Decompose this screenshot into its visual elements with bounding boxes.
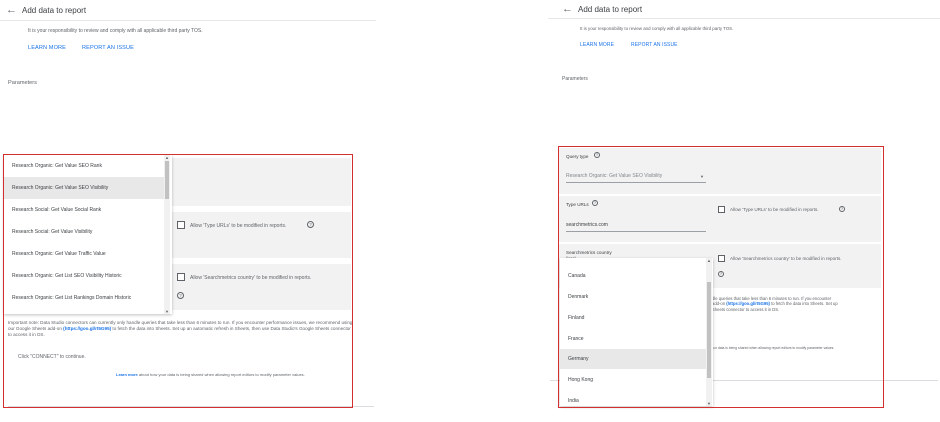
dropdown-scrollbar[interactable]: ▲ ▼	[164, 155, 170, 314]
dropdown-option[interactable]: Denmark	[560, 287, 706, 307]
dropdown-option[interactable]: Research Social: Get Value Visibility	[4, 221, 164, 243]
dropdown-option[interactable]: Research Organic: Get Value SEO Rank	[4, 155, 164, 177]
input-underline	[566, 231, 706, 232]
page-title: Add data to report	[578, 4, 643, 14]
left-screenshot-panel: ← Add data to report It is your responsi…	[0, 0, 376, 422]
sharing-note: our data is being shared when allowing r…	[712, 346, 835, 350]
allow-type-urls-label: Allow 'Type URLs' to be modified in repo…	[190, 223, 287, 229]
sheets-addon-link[interactable]: (https://goo.gl/rt5G95)	[726, 301, 770, 306]
query-type-label: Query type	[566, 154, 589, 159]
performance-note: Important note: Data Studio connectors c…	[8, 320, 353, 337]
learn-more-link[interactable]: Learn more	[116, 372, 138, 377]
back-arrow-icon[interactable]: ←	[6, 4, 17, 16]
dropdown-option[interactable]: France	[560, 329, 706, 349]
back-arrow-icon[interactable]: ←	[562, 3, 573, 15]
allow-type-urls-checkbox[interactable]	[718, 206, 725, 213]
allow-type-urls-checkbox[interactable]	[177, 221, 185, 229]
sheets-addon-link[interactable]: (https://goo.gl/rt5G95)	[63, 326, 111, 331]
learn-more-button[interactable]: LEARN MORE	[28, 45, 66, 51]
dropdown-option-selected[interactable]: Germany	[560, 349, 706, 369]
page-title: Add data to report	[22, 5, 87, 15]
divider	[8, 406, 374, 407]
dropdown-option-selected[interactable]: Research Organic: Get Value SEO Visibili…	[4, 177, 164, 199]
scroll-up-icon[interactable]: ▲	[706, 258, 712, 263]
performance-note: dle queries that take less than 6 minute…	[712, 296, 838, 312]
dropdown-option[interactable]: India	[560, 391, 706, 406]
type-urls-label: Type URLs	[566, 202, 589, 207]
header-bar: ← Add data to report	[548, 0, 940, 19]
query-type-select[interactable]: Research Organic: Get Value SEO Visibili…	[566, 173, 662, 179]
learn-more-button[interactable]: LEARN MORE	[580, 42, 614, 48]
help-icon[interactable]: ?	[594, 152, 600, 158]
allow-country-label: Allow 'Searchmetrics country' to be modi…	[190, 275, 312, 281]
query-type-row	[559, 148, 881, 194]
type-urls-input[interactable]: searchmetrics.com	[566, 222, 608, 228]
scroll-down-icon[interactable]: ▼	[164, 309, 170, 314]
dropdown-scrollbar[interactable]: ▲ ▼	[706, 258, 712, 406]
report-issue-button[interactable]: REPORT AN ISSUE	[631, 42, 678, 48]
dropdown-option[interactable]: Research Organic: Get List SEO Visibilit…	[4, 265, 164, 287]
tos-notice: It is your responsibility to review and …	[580, 26, 734, 31]
parameters-heading: Parameters	[8, 80, 37, 86]
allow-country-checkbox[interactable]	[718, 255, 725, 262]
dropdown-option[interactable]: Hong Kong	[560, 370, 706, 390]
sharing-note: Learn more about how your data is being …	[116, 372, 305, 377]
parameters-heading: Parameters	[562, 76, 588, 82]
help-icon[interactable]: ?	[839, 206, 845, 212]
scrollbar-thumb[interactable]	[165, 161, 169, 199]
query-type-row	[168, 158, 351, 206]
allow-type-urls-label: Allow 'Type URLs' to be modified in repo…	[730, 207, 819, 212]
scroll-down-icon[interactable]: ▼	[706, 401, 712, 406]
type-urls-row	[559, 196, 881, 242]
dropdown-option[interactable]: Research Organic: Get Value Traffic Valu…	[4, 243, 164, 265]
type-urls-row	[168, 212, 351, 258]
dropdown-option[interactable]: Canada	[560, 266, 706, 286]
select-underline	[566, 182, 706, 183]
help-icon[interactable]: ?	[307, 221, 314, 228]
country-dropdown-list[interactable]: Canada Denmark Finland France Germany Ho…	[560, 258, 713, 406]
connect-hint: Click "CONNECT" to continue.	[18, 354, 86, 360]
report-issue-button[interactable]: REPORT AN ISSUE	[82, 45, 134, 51]
country-row	[168, 264, 351, 310]
dropdown-option[interactable]: Research Organic: Get List Rankings Doma…	[4, 287, 164, 309]
tos-notice: It is your responsibility to review and …	[28, 28, 203, 34]
allow-country-checkbox[interactable]	[177, 273, 185, 281]
dropdown-option[interactable]: Finland	[560, 308, 706, 328]
dropdown-option[interactable]: Research Social: Get Value Social Rank	[4, 199, 164, 221]
chevron-down-icon[interactable]: ▼	[700, 174, 704, 179]
header-bar: ← Add data to report	[0, 0, 376, 21]
right-screenshot-panel: ← Add data to report It is your responsi…	[548, 0, 940, 422]
help-icon[interactable]: ?	[592, 200, 598, 206]
scrollbar-thumb[interactable]	[707, 282, 711, 378]
scroll-up-icon[interactable]: ▲	[164, 155, 170, 160]
query-type-dropdown-list[interactable]: Research Organic: Get Value SEO Rank Res…	[4, 155, 172, 314]
help-icon[interactable]: ?	[718, 271, 724, 277]
help-icon[interactable]: ?	[177, 292, 184, 299]
allow-country-label: Allow 'Searchmetrics country' to be modi…	[730, 256, 842, 261]
